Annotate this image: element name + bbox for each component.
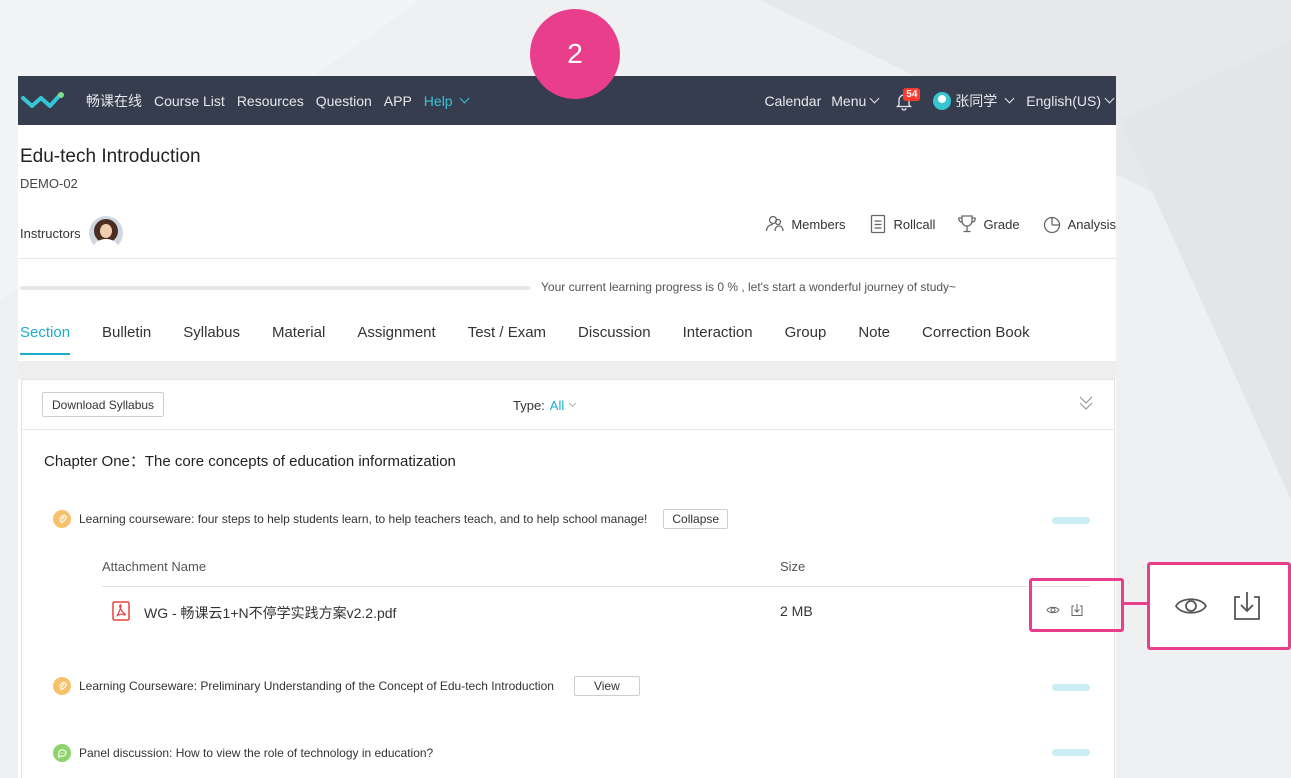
- nav-item-course-list[interactable]: Course List: [154, 93, 225, 109]
- learning-progress-text: Your current learning progress is 0 % , …: [541, 280, 957, 294]
- chapter-title: Chapter One：The core concepts of educati…: [44, 453, 456, 470]
- rollcall-button[interactable]: Rollcall: [868, 214, 936, 234]
- instructors: Instructors: [20, 216, 123, 250]
- analysis-button[interactable]: Analysis: [1042, 214, 1116, 234]
- tab-group[interactable]: Group: [785, 324, 827, 355]
- section-item-title[interactable]: Learning Courseware: Preliminary Underst…: [79, 679, 554, 693]
- courseware-icon: [53, 510, 71, 528]
- type-filter[interactable]: Type: All: [513, 398, 578, 413]
- attachment-file-name[interactable]: WG - 畅课云1+N不停学实践方案v2.2.pdf: [144, 603, 396, 623]
- nav-right: Calendar Menu 54 张同学 English(US): [764, 76, 1116, 125]
- tab-interaction[interactable]: Interaction: [683, 324, 753, 355]
- pdf-icon: [112, 601, 130, 621]
- download-icon[interactable]: [1230, 589, 1264, 623]
- logo-icon[interactable]: [20, 90, 66, 112]
- nav-item-brand[interactable]: 畅课在线: [86, 91, 142, 111]
- notification-count-badge: 54: [903, 87, 921, 101]
- avatar: [933, 91, 952, 110]
- user-menu[interactable]: 张同学: [923, 91, 1016, 111]
- grade-trophy-icon: [958, 215, 977, 233]
- course-page: 畅课在线 Course List Resources Question APP …: [18, 76, 1116, 778]
- tab-section[interactable]: Section: [20, 324, 71, 355]
- tab-material[interactable]: Material: [272, 324, 325, 355]
- language-selector[interactable]: English(US): [1026, 93, 1116, 109]
- user-name: 张同学: [955, 92, 998, 109]
- nav-item-app[interactable]: APP: [384, 93, 412, 109]
- section-item: Learning Courseware: Preliminary Underst…: [53, 676, 640, 696]
- chevron-down-icon: [1104, 93, 1115, 104]
- eye-icon[interactable]: [1174, 589, 1208, 623]
- section-item: Learning courseware: four steps to help …: [53, 509, 729, 529]
- nav-item-question[interactable]: Question: [316, 93, 372, 109]
- attachment-size-header: Size: [780, 559, 806, 574]
- rollcall-label: Rollcall: [893, 216, 936, 232]
- grade-label: Grade: [983, 216, 1020, 232]
- language-label: English(US): [1026, 92, 1101, 109]
- attachment-file-size: 2 MB: [780, 603, 813, 619]
- grade-button[interactable]: Grade: [957, 214, 1020, 234]
- highlight-connector: [1124, 602, 1148, 605]
- attachment-row: WG - 畅课云1+N不停学实践方案v2.2.pdf 2 MB: [102, 589, 1090, 633]
- tab-syllabus[interactable]: Syllabus: [183, 324, 240, 355]
- chevron-down-icon: [1004, 93, 1015, 104]
- type-filter-label: Type:: [513, 398, 545, 413]
- panel-toolbar: Download Syllabus Type: All: [22, 380, 1114, 430]
- tab-note[interactable]: Note: [858, 324, 890, 355]
- type-filter-selected: All: [549, 398, 565, 413]
- tab-correction-book[interactable]: Correction Book: [922, 324, 1030, 355]
- item-progress-indicator: [1052, 684, 1090, 691]
- tab-assignment[interactable]: Assignment: [357, 324, 435, 355]
- section-item-title[interactable]: Learning courseware: four steps to help …: [79, 512, 647, 526]
- course-code: DEMO-02: [20, 176, 78, 191]
- rollcall-icon: [870, 214, 885, 234]
- zoomed-actions-callout: [1147, 562, 1291, 650]
- tabs-separator: [18, 361, 1116, 379]
- chevron-down-icon: [569, 399, 577, 408]
- nav-item-resources[interactable]: Resources: [237, 93, 304, 109]
- members-icon: [766, 215, 784, 232]
- download-syllabus-button[interactable]: Download Syllabus: [42, 392, 165, 417]
- notification-bell[interactable]: 54: [895, 87, 921, 111]
- item-progress-indicator: [1052, 517, 1090, 524]
- instructor-avatar[interactable]: [88, 216, 123, 250]
- expand-collapse-icon[interactable]: [1078, 394, 1094, 412]
- members-label: Members: [791, 216, 846, 232]
- step-number-badge: 2: [530, 9, 620, 99]
- nav-item-help[interactable]: Help: [424, 93, 471, 109]
- section-item-title[interactable]: Panel discussion: How to view the role o…: [79, 746, 433, 760]
- section-panel: Download Syllabus Type: All Chapter One：…: [21, 379, 1115, 778]
- tab-test-exam[interactable]: Test / Exam: [468, 324, 546, 355]
- chevron-down-icon: [869, 93, 880, 104]
- tab-discussion[interactable]: Discussion: [578, 324, 651, 355]
- nav-calendar[interactable]: Calendar: [764, 93, 821, 109]
- view-button[interactable]: View: [573, 676, 640, 696]
- main-nav: 畅课在线 Course List Resources Question APP …: [86, 91, 471, 111]
- course-title: Edu-tech Introduction: [20, 146, 201, 167]
- course-actions: Members Rollcall Grade Analysis: [765, 214, 1116, 234]
- nav-help-label: Help: [423, 92, 453, 109]
- divider: [18, 258, 1116, 259]
- attachments-table-header: Attachment Name Size: [102, 559, 1090, 587]
- tab-bulletin[interactable]: Bulletin: [102, 324, 151, 355]
- attachment-name-header: Attachment Name: [102, 559, 207, 574]
- type-filter-value[interactable]: All: [550, 398, 578, 413]
- members-button[interactable]: Members: [765, 214, 846, 234]
- highlight-box: [1029, 578, 1124, 632]
- chevron-down-icon: [459, 93, 470, 104]
- collapse-button[interactable]: Collapse: [663, 509, 729, 529]
- course-tabs: Section Bulletin Syllabus Material Assig…: [20, 324, 1062, 355]
- learning-progress-bar: [20, 286, 530, 290]
- section-item: Panel discussion: How to view the role o…: [53, 744, 433, 762]
- analysis-label: Analysis: [1067, 216, 1116, 232]
- discussion-icon: [53, 744, 71, 762]
- nav-menu[interactable]: Menu: [831, 93, 881, 109]
- courseware-icon: [53, 677, 71, 695]
- nav-menu-label: Menu: [831, 92, 867, 109]
- instructors-label: Instructors: [20, 225, 81, 241]
- analysis-pie-icon: [1043, 216, 1060, 234]
- item-progress-indicator: [1052, 749, 1090, 756]
